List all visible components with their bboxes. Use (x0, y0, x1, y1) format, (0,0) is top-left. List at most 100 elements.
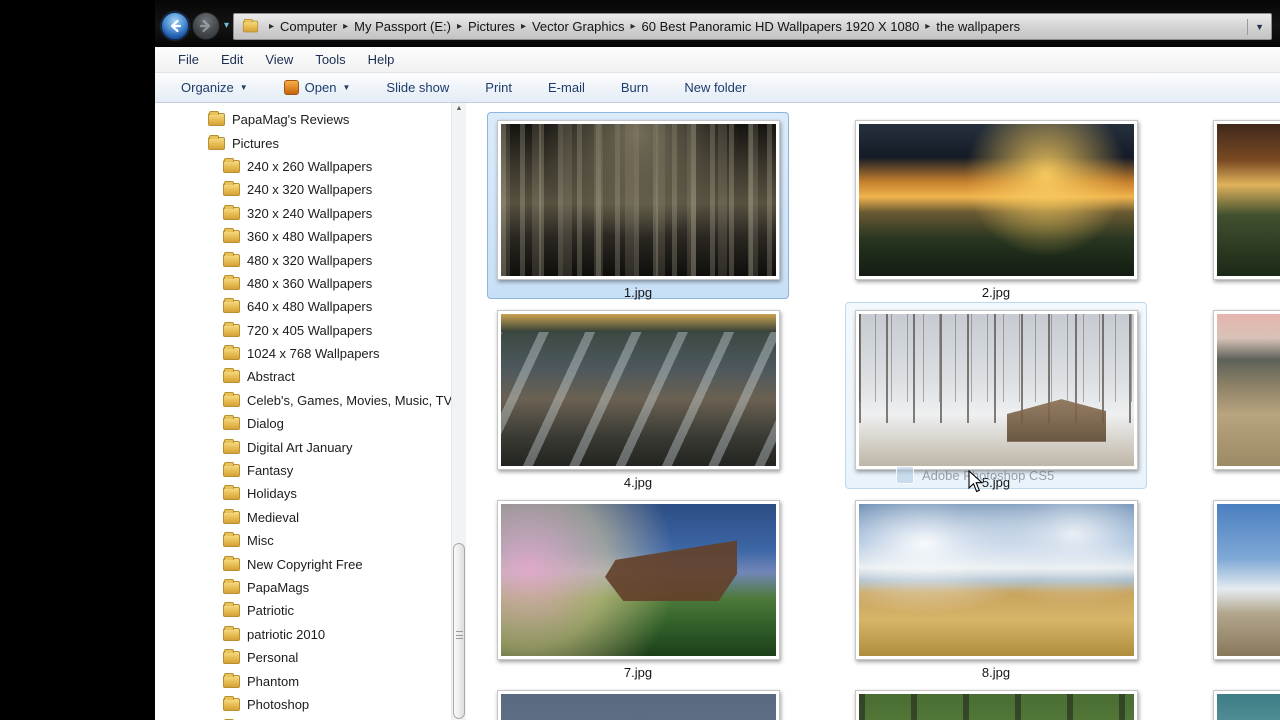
folder-icon (223, 604, 240, 617)
sidebar-item-label: New Copyright Free (247, 557, 363, 572)
folder-icon (223, 441, 240, 454)
sidebar-item-dialog[interactable]: Dialog (155, 412, 467, 435)
sidebar-item-480-x-320-wallpapers[interactable]: 480 x 320 Wallpapers (155, 248, 467, 271)
folder-icon (208, 113, 225, 126)
toolbar-new-folder-button[interactable]: New folder (684, 80, 746, 95)
sidebar-item-fantasy[interactable]: Fantasy (155, 459, 467, 482)
toolbar-open-button[interactable]: Open▼ (284, 80, 351, 95)
sidebar-item-label: Abstract (247, 369, 295, 384)
sidebar-item-label: Holidays (247, 486, 297, 501)
sidebar-item-abstract[interactable]: Abstract (155, 365, 467, 388)
sidebar-item-320-x-240-wallpapers[interactable]: 320 x 240 Wallpapers (155, 202, 467, 225)
folder-icon (223, 207, 240, 220)
file-item-5-jpg[interactable]: 5.jpgAdobe Photoshop CS5 (845, 302, 1147, 489)
thumbnail-frame (855, 690, 1138, 720)
window-chrome: ▾ ▸Computer▸My Passport (E:)▸Pictures▸Ve… (155, 0, 1280, 47)
sidebar-item-digital-art-january[interactable]: Digital Art January (155, 435, 467, 458)
sidebar-item-holidays[interactable]: Holidays (155, 482, 467, 505)
sidebar-item-partial[interactable] (155, 716, 467, 720)
toolbar-print-button[interactable]: Print (485, 80, 512, 95)
breadcrumb-segment-vector-graphics[interactable]: Vector Graphics (532, 19, 625, 34)
address-bar[interactable]: ▸Computer▸My Passport (E:)▸Pictures▸Vect… (233, 13, 1272, 40)
folder-icon (223, 300, 240, 313)
breadcrumb-segment-my-passport-e[interactable]: My Passport (E:) (354, 19, 451, 34)
breadcrumb-segment-pictures[interactable]: Pictures (468, 19, 515, 34)
file-item-partial[interactable] (1203, 112, 1280, 299)
sidebar-item-720-x-405-wallpapers[interactable]: 720 x 405 Wallpapers (155, 319, 467, 342)
breadcrumb-segment-the-wallpapers[interactable]: the wallpapers (936, 19, 1020, 34)
thumbnail-frame (1213, 500, 1280, 660)
scroll-up-icon[interactable]: ▲ (452, 105, 466, 112)
sidebar-item-patriotic[interactable]: Patriotic (155, 599, 467, 622)
back-button[interactable] (161, 12, 189, 40)
thumbnail-image-night-city (501, 124, 776, 276)
file-name-label: 2.jpg (846, 285, 1146, 300)
folder-icon (223, 698, 240, 711)
address-dropdown[interactable]: ▼ (1247, 14, 1267, 39)
breadcrumb-segment-computer[interactable]: Computer (280, 19, 337, 34)
back-arrow-icon (167, 18, 183, 34)
sidebar-item-label: 240 x 260 Wallpapers (247, 159, 372, 174)
forward-button[interactable] (192, 12, 220, 40)
sidebar-item-240-x-320-wallpapers[interactable]: 240 x 320 Wallpapers (155, 178, 467, 201)
menu-file[interactable]: File (167, 52, 210, 67)
file-item-2-jpg[interactable]: 2.jpg (845, 112, 1147, 299)
tree-scrollbar[interactable]: ▲ (451, 103, 466, 720)
sidebar-item-pictures[interactable]: Pictures (155, 131, 467, 154)
sidebar-item-photoshop[interactable]: Photoshop (155, 693, 467, 716)
address-folder-icon (243, 21, 258, 33)
breadcrumb-separator-icon: ▸ (624, 21, 641, 32)
file-item-partial[interactable] (1203, 302, 1280, 489)
mouse-cursor-arrow (968, 470, 984, 493)
thumbnail-image-trees-sky (501, 694, 776, 720)
file-item-8-jpg[interactable]: 8.jpg (845, 492, 1147, 679)
file-item-partial[interactable] (1203, 492, 1280, 679)
file-item-partial[interactable] (1203, 682, 1280, 720)
thumbnail-frame (855, 120, 1138, 280)
sidebar-item-personal[interactable]: Personal (155, 646, 467, 669)
sidebar-item-480-x-360-wallpapers[interactable]: 480 x 360 Wallpapers (155, 272, 467, 295)
toolbar-burn-button[interactable]: Burn (621, 80, 648, 95)
folder-icon (223, 651, 240, 664)
folder-tree: PapaMag's ReviewsPictures 240 x 260 Wallp… (155, 103, 467, 720)
file-item-1-jpg[interactable]: 1.jpg (487, 112, 789, 299)
menu-bar: FileEditViewToolsHelp (155, 47, 1280, 73)
toolbar-button-label: Organize (181, 80, 234, 95)
sidebar-item-label: Photoshop (247, 697, 309, 712)
toolbar-organize-button[interactable]: Organize▼ (181, 80, 248, 95)
sidebar-item-640-x-480-wallpapers[interactable]: 640 x 480 Wallpapers (155, 295, 467, 318)
sidebar-item-240-x-260-wallpapers[interactable]: 240 x 260 Wallpapers (155, 155, 467, 178)
sidebar-item-patriotic-2010[interactable]: patriotic 2010 (155, 623, 467, 646)
sidebar-item-label: Medieval (247, 510, 299, 525)
sidebar-item-new-copyright-free[interactable]: New Copyright Free (155, 552, 467, 575)
file-item-partial[interactable] (845, 682, 1147, 720)
file-item-7-jpg[interactable]: 7.jpg (487, 492, 789, 679)
folder-icon (223, 511, 240, 524)
video-frame: ▾ ▸Computer▸My Passport (E:)▸Pictures▸Ve… (0, 0, 1280, 720)
sidebar-item-label: PapaMags (247, 580, 309, 595)
sidebar-item-label: Phantom (247, 674, 299, 689)
sidebar-item-misc[interactable]: Misc (155, 529, 467, 552)
sidebar-item-papamags[interactable]: PapaMags (155, 576, 467, 599)
breadcrumb-segment-60-best-panoramic-hd-wallpapers-1920-x-1080[interactable]: 60 Best Panoramic HD Wallpapers 1920 X 1… (642, 19, 920, 34)
menu-help[interactable]: Help (357, 52, 406, 67)
menu-view[interactable]: View (254, 52, 304, 67)
menu-tools[interactable]: Tools (304, 52, 356, 67)
toolbar-slide-show-button[interactable]: Slide show (386, 80, 449, 95)
folder-icon (223, 347, 240, 360)
tree-scrollbar-thumb[interactable] (453, 543, 465, 719)
sidebar-item-phantom[interactable]: Phantom (155, 669, 467, 692)
file-item-partial[interactable] (487, 682, 789, 720)
sidebar-item-1024-x-768-wallpapers[interactable]: 1024 x 768 Wallpapers (155, 342, 467, 365)
sidebar-item-papamag-s-reviews[interactable]: PapaMag's Reviews (155, 108, 467, 131)
sidebar-item-360-x-480-wallpapers[interactable]: 360 x 480 Wallpapers (155, 225, 467, 248)
sidebar-item-medieval[interactable]: Medieval (155, 506, 467, 529)
history-dropdown-icon[interactable]: ▾ (224, 20, 229, 31)
toolbar-button-label: Slide show (386, 80, 449, 95)
sidebar-item-celeb-s-games-movies-music-tv[interactable]: Celeb's, Games, Movies, Music, TV (155, 389, 467, 412)
folder-icon (223, 487, 240, 500)
file-item-4-jpg[interactable]: 4.jpg (487, 302, 789, 489)
toolbar-e-mail-button[interactable]: E-mail (548, 80, 585, 95)
file-name-label: 4.jpg (488, 475, 788, 490)
menu-edit[interactable]: Edit (210, 52, 254, 67)
